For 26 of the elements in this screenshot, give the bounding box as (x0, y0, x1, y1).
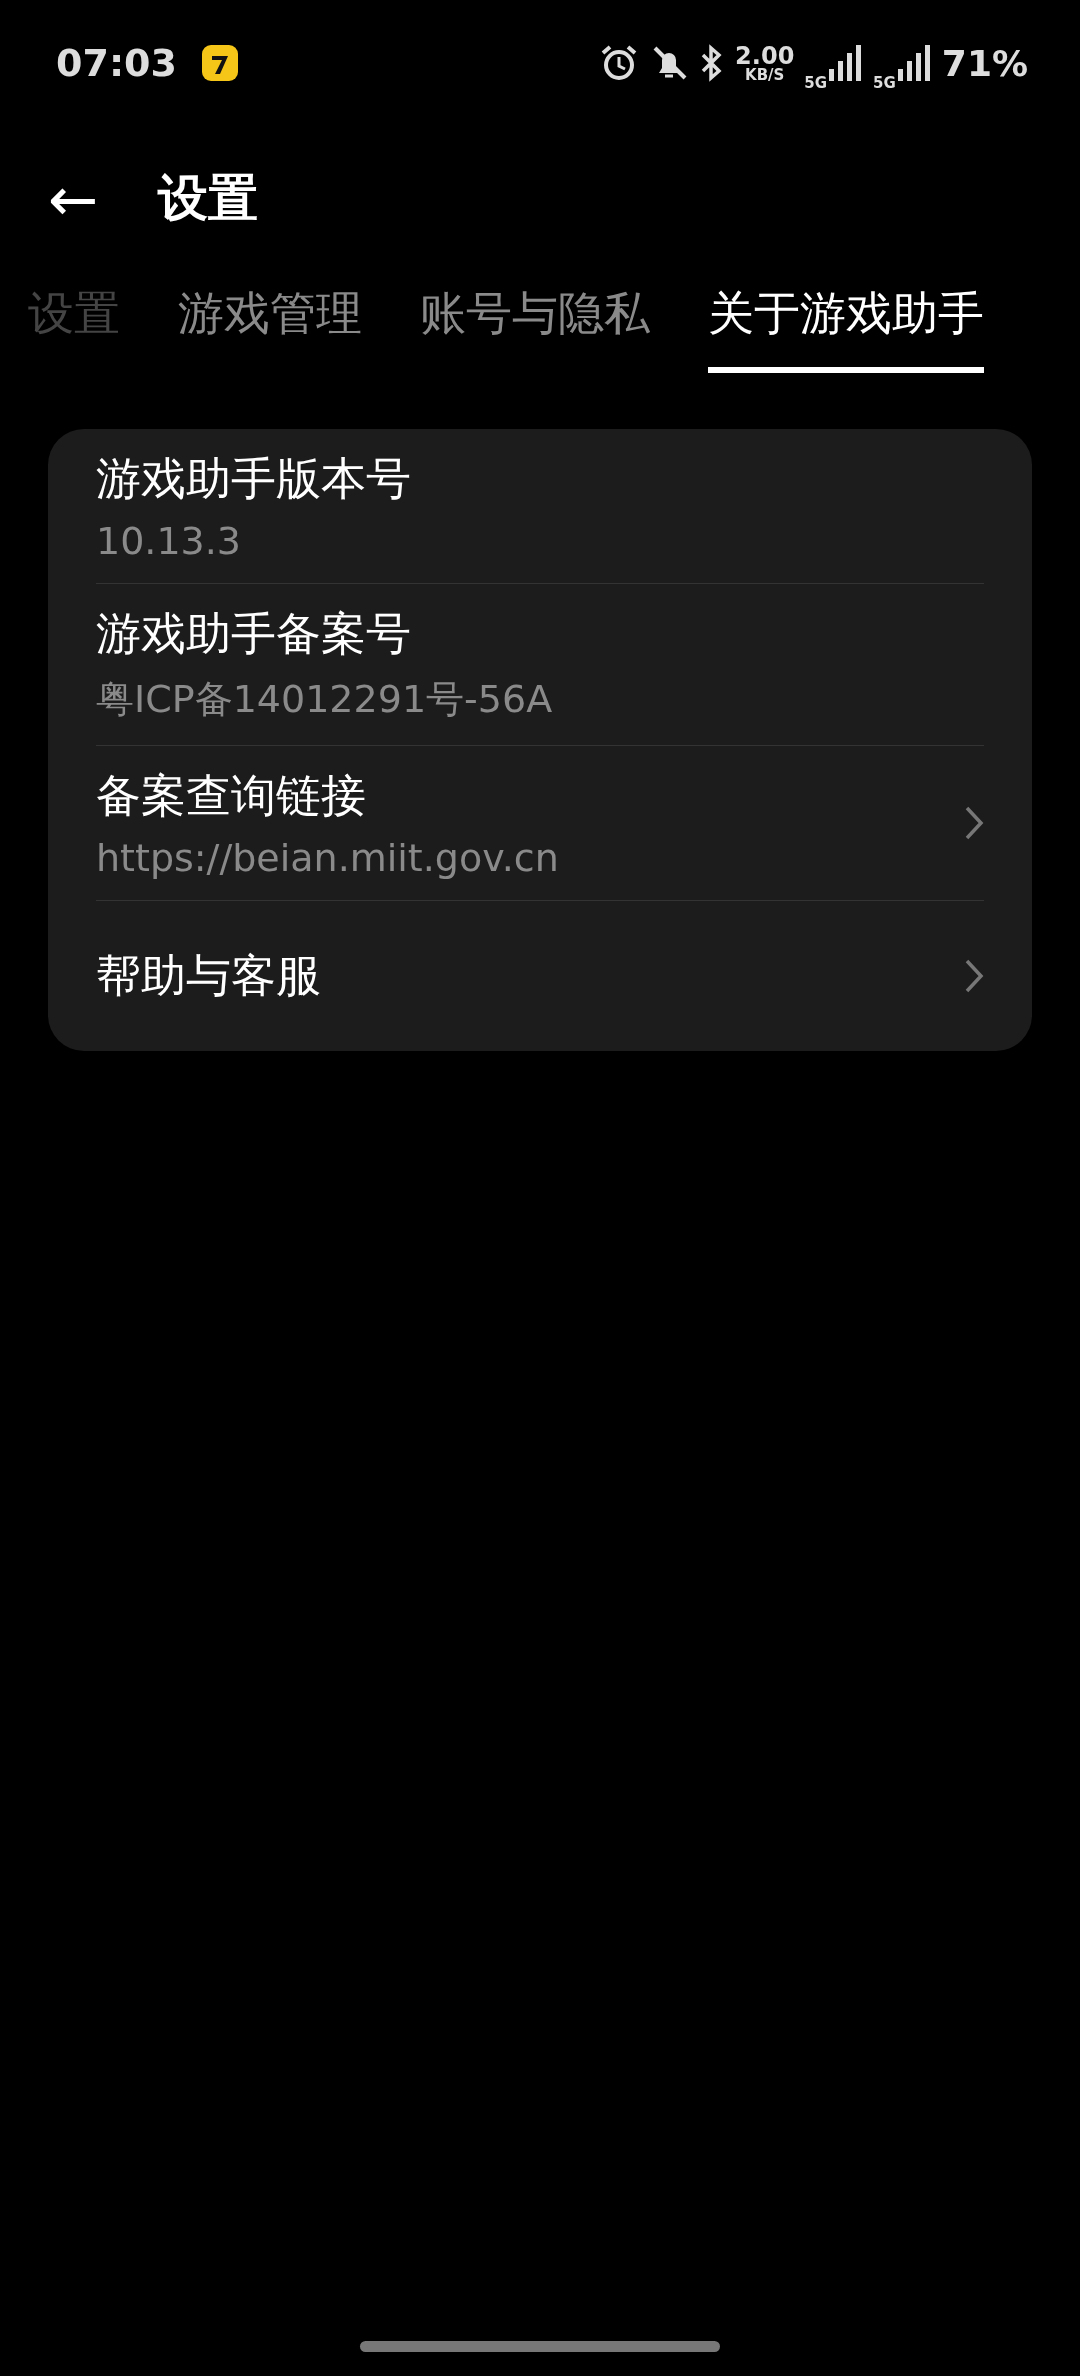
network-speed: 2.00 (735, 43, 795, 68)
signal-icon (897, 43, 932, 83)
settings-item[interactable]: 游戏助手版本号 10.13.3 (96, 429, 984, 583)
tab[interactable]: 账号与隐私 (420, 283, 650, 373)
signal-icon (829, 43, 864, 83)
item-title: 帮助与客服 (96, 948, 321, 1004)
page-title: 设置 (158, 168, 259, 229)
battery-level: 71% (941, 42, 1028, 84)
app-notification-icon (200, 44, 239, 82)
home-indicator[interactable] (360, 2341, 720, 2352)
item-value: https://beian.miit.gov.cn (96, 836, 559, 880)
item-title: 备案查询链接 (96, 768, 367, 824)
back-button[interactable]: ← (48, 168, 99, 229)
settings-item[interactable]: 帮助与客服 (96, 901, 984, 1051)
item-value: 10.13.3 (96, 519, 243, 563)
settings-item[interactable]: 游戏助手备案号 粤ICP备14012291号-56A (96, 584, 984, 745)
item-value: 粤ICP备14012291号-56A (96, 676, 553, 723)
tab[interactable]: 关于游戏助手 (708, 283, 984, 373)
item-title: 游戏助手版本号 (96, 451, 411, 507)
speed-unit: KB/S (745, 67, 785, 83)
tab[interactable]: 游戏管理 (178, 283, 362, 373)
settings-item[interactable]: 备案查询链接 https://beian.miit.gov.cn (96, 746, 984, 900)
item-title: 游戏助手备案号 (96, 606, 412, 662)
network-type: 5G (873, 74, 896, 92)
status-time: 07:03 (56, 41, 177, 85)
network-type: 5G (804, 74, 828, 92)
